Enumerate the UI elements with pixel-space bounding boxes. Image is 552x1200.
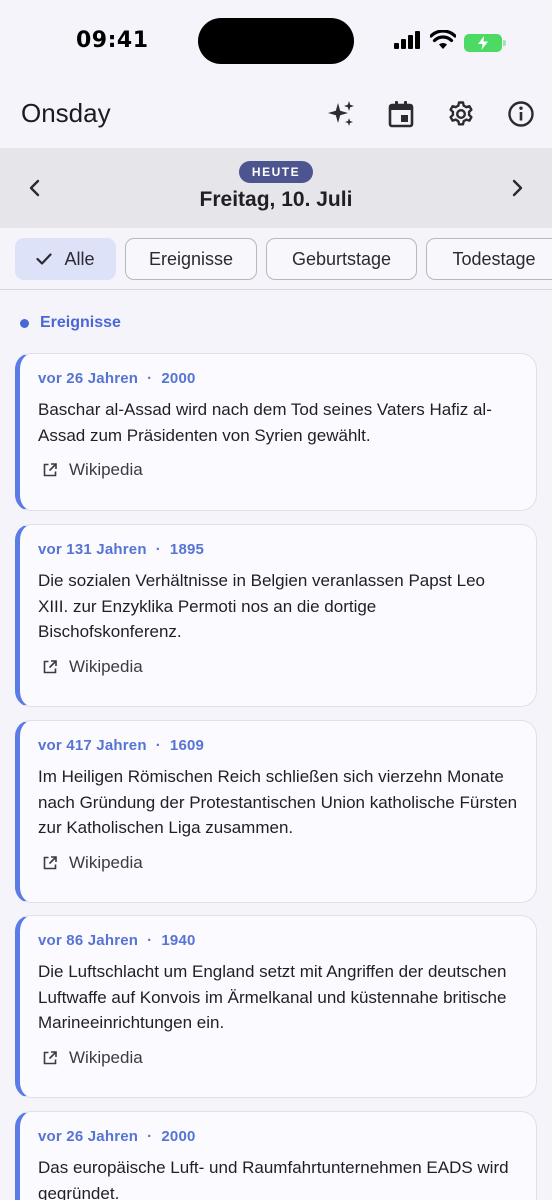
event-ago: vor 26 Jahren xyxy=(38,370,139,387)
event-ago: vor 26 Jahren xyxy=(38,1128,139,1145)
link-label: Wikipedia xyxy=(69,1048,143,1067)
event-card[interactable]: vor 131 Jahren · 1895 Die sozialen Verhält… xyxy=(15,524,537,707)
event-card[interactable]: vor 86 Jahren · 1940 Die Luftschlacht um E… xyxy=(15,915,537,1098)
calendar-icon[interactable] xyxy=(383,96,419,132)
status-icons xyxy=(394,29,506,55)
filter-chips: Alle Ereignisse Geburtstage Todestage xyxy=(0,228,552,290)
event-ago: vor 86 Jahren xyxy=(38,932,139,949)
app-title: Onsday xyxy=(21,98,111,128)
info-icon[interactable] xyxy=(503,96,539,132)
link-label: Wikipedia xyxy=(69,460,143,479)
check-icon xyxy=(36,253,53,265)
next-day-button[interactable] xyxy=(499,170,535,206)
event-card[interactable]: vor 26 Jahren · 2000 Baschar al-Assad wird… xyxy=(15,353,537,511)
chevron-right-icon xyxy=(512,179,523,197)
event-year: 1895 xyxy=(169,541,205,558)
current-date[interactable]: Freitag, 10. Juli xyxy=(0,188,552,212)
app-bar: Onsday xyxy=(0,80,552,148)
event-text: Die Luftschlacht um England setzt mit An… xyxy=(38,962,507,1032)
external-link-icon xyxy=(42,462,58,478)
date-navigator: HEUTE Freitag, 10. Juli xyxy=(0,148,552,228)
today-badge: HEUTE xyxy=(239,161,313,183)
external-link-icon xyxy=(42,659,58,675)
filter-chip-ereignisse[interactable]: Ereignisse xyxy=(125,238,257,280)
wikipedia-link[interactable]: Wikipedia xyxy=(42,460,143,480)
signal-icon xyxy=(394,31,422,54)
event-meta: vor 26 Jahren · 2000 xyxy=(38,1128,196,1145)
filter-chip-label: Ereignisse xyxy=(148,248,234,269)
battery-icon xyxy=(464,33,506,52)
event-meta: vor 26 Jahren · 2000 xyxy=(38,370,196,387)
status-time: 09:41 xyxy=(76,28,149,53)
event-card[interactable]: vor 417 Jahren · 1609 Im Heiligen Römische… xyxy=(15,720,537,903)
wikipedia-link[interactable]: Wikipedia xyxy=(42,853,143,873)
filter-chip-todestage[interactable]: Todestage xyxy=(426,238,552,280)
filter-chip-label: Alle xyxy=(64,248,95,269)
event-year: 2000 xyxy=(161,370,196,387)
event-card[interactable]: vor 26 Jahren · 2000 Das europäische Luft-… xyxy=(15,1111,537,1200)
event-year: 1940 xyxy=(161,932,196,949)
wikipedia-link[interactable]: Wikipedia xyxy=(42,1048,143,1068)
event-year: 1609 xyxy=(169,737,205,754)
filter-chip-alle[interactable]: Alle xyxy=(15,238,116,280)
event-meta: vor 417 Jahren · 1609 xyxy=(38,737,205,754)
section-header: Ereignisse xyxy=(20,314,121,332)
link-label: Wikipedia xyxy=(69,853,143,872)
event-year: 2000 xyxy=(161,1128,196,1145)
event-ago: vor 417 Jahren xyxy=(38,737,147,754)
link-label: Wikipedia xyxy=(69,657,143,676)
event-text: Im Heiligen Römischen Reich schließen si… xyxy=(38,767,518,837)
event-text: Das europäische Luft- und Raumfahrtunter… xyxy=(38,1158,509,1200)
event-meta: vor 86 Jahren · 1940 xyxy=(38,932,196,949)
external-link-icon xyxy=(42,1050,58,1066)
event-text: Baschar al-Assad wird nach dem Tod seine… xyxy=(38,400,492,445)
event-text: Die sozialen Verhältnisse in Belgien ver… xyxy=(38,571,485,641)
section-dot xyxy=(20,318,29,328)
filter-chip-label: Geburtstage xyxy=(291,248,392,269)
wikipedia-link[interactable]: Wikipedia xyxy=(42,657,143,677)
filter-chip-geburtstage[interactable]: Geburtstage xyxy=(266,238,417,280)
dynamic-island xyxy=(198,18,354,64)
gear-icon[interactable] xyxy=(443,96,479,132)
sparkle-icon[interactable] xyxy=(323,96,359,132)
wifi-icon xyxy=(429,29,457,55)
event-meta: vor 131 Jahren · 1895 xyxy=(38,541,205,558)
filter-chip-label: Todestage xyxy=(452,248,536,269)
section-title: Ereignisse xyxy=(40,314,121,331)
event-ago: vor 131 Jahren xyxy=(38,541,147,558)
external-link-icon xyxy=(42,855,58,871)
status-bar: 09:41 xyxy=(0,0,552,80)
